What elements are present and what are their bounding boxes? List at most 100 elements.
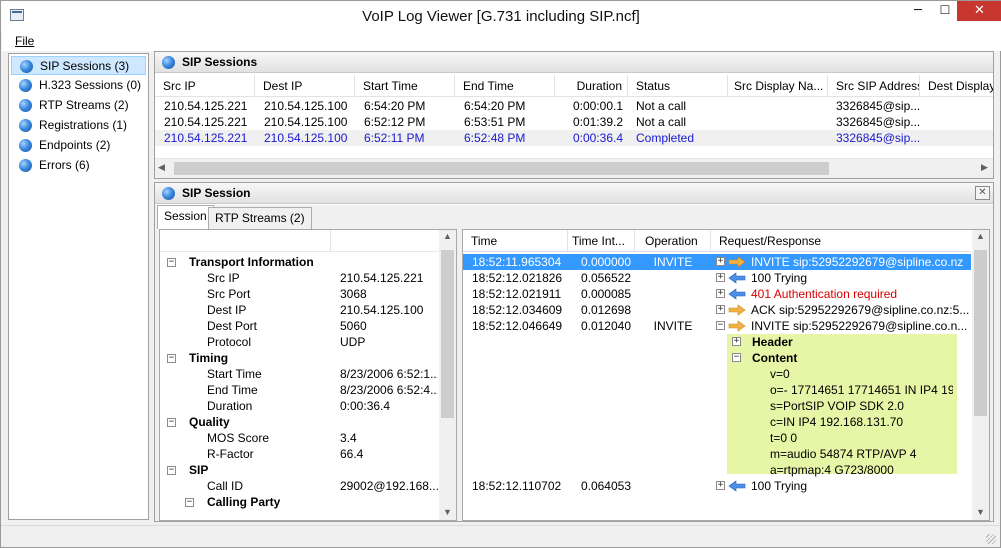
tree-item[interactable]: Start Time 8/23/2006 6:52:1... [160,366,438,382]
sidebar-nav: SIP Sessions (3) H.323 Sessions (0) RTP … [8,53,149,520]
sidebar-item-sip-sessions[interactable]: SIP Sessions (3) [11,56,146,75]
detail-group[interactable]: + Header [727,334,957,350]
expand-icon[interactable]: + [716,273,725,282]
column-header[interactable]: Src SIP Address [828,75,920,97]
scroll-down-icon[interactable]: ▼ [976,507,985,517]
table-row[interactable]: 210.54.125.221 210.54.125.100 6:54:20 PM… [155,98,993,114]
message-row-selected[interactable]: 18:52:11.965304 0.000000 INVITE + INVITE sip… [463,254,971,270]
tree-group[interactable]: − SIP [160,462,438,478]
tree-item[interactable]: Dest Port 5060 [160,318,438,334]
tab-session[interactable]: Session [157,205,214,229]
cell-start-time: 6:52:12 PM [364,115,426,129]
sidebar-item-registrations[interactable]: Registrations (1) [11,116,146,135]
detail-line: c=IN IP4 192.168.131.70 [727,414,957,430]
tree-group[interactable]: − Transport Information [160,254,438,270]
tree-item[interactable]: End Time 8/23/2006 6:52:4... [160,382,438,398]
message-row[interactable]: 18:52:12.021911 0.000085 +401 Authenticati… [463,286,971,302]
column-header[interactable]: Dest IP [255,75,355,97]
scrollbar-thumb[interactable] [174,162,829,175]
column-header[interactable]: Dest Display [920,75,993,97]
column-header[interactable]: Start Time [355,75,455,97]
sidebar-item-errors[interactable]: Errors (6) [11,156,146,175]
column-header[interactable]: Duration [555,75,628,97]
tree-item[interactable]: Call ID 29002@192.168.... [160,478,438,494]
collapse-icon[interactable]: − [185,498,194,507]
maximize-button[interactable]: ☐ [932,3,958,24]
scroll-up-icon[interactable]: ▲ [976,231,985,241]
column-header[interactable]: Src Display Na... [728,75,828,97]
message-list: Time Time Int... Operation Request/Respo… [462,229,990,521]
panel-title: SIP Session [182,186,251,200]
menu-file[interactable]: File [15,34,34,48]
collapse-icon[interactable]: − [167,354,176,363]
sidebar-item-rtp-streams[interactable]: RTP Streams (2) [11,96,146,115]
globe-icon [19,159,32,172]
tree-vertical-scrollbar[interactable]: ▲ ▼ [439,230,456,520]
message-operation: INVITE [653,319,693,333]
globe-icon [19,139,32,152]
sidebar-item-endpoints[interactable]: Endpoints (2) [11,136,146,155]
scroll-up-icon[interactable]: ▲ [443,231,452,241]
close-button[interactable]: ✕ [957,1,1001,21]
tree-group[interactable]: − Timing [160,350,438,366]
scroll-down-icon[interactable]: ▼ [443,507,452,517]
expand-icon[interactable]: + [732,337,741,346]
sidebar-item-label: Errors (6) [39,158,90,172]
column-header[interactable]: Src IP [155,75,255,97]
message-time: 18:52:12.046649 [472,319,563,333]
globe-icon [162,187,175,200]
tree-value: 8/23/2006 6:52:4... [340,383,438,397]
minimize-button[interactable]: ─ [904,3,932,24]
scrollbar-thumb[interactable] [974,250,987,416]
table-row-selected[interactable]: 210.54.125.221 210.54.125.100 6:52:11 PM… [155,130,993,146]
resize-grip[interactable] [986,534,996,544]
close-panel-button[interactable]: ✕ [975,186,990,200]
table-row[interactable]: 210.54.125.221 210.54.125.100 6:52:12 PM… [155,114,993,130]
column-header[interactable]: Time Int... [568,230,635,252]
message-row[interactable]: 18:52:12.046649 0.012040 INVITE − INVITE sip… [463,318,971,334]
tree-item[interactable]: − Calling Party [160,494,438,510]
collapse-icon[interactable]: − [716,321,725,330]
message-row[interactable]: 18:52:12.110702 0.064053 +100 Trying [463,478,971,494]
message-time: 18:52:12.021826 [472,271,563,285]
tree-value: 3.4 [340,431,357,445]
sidebar-item-h323-sessions[interactable]: H.323 Sessions (0) [11,76,146,95]
column-header[interactable]: Operation [635,230,711,252]
tree-item[interactable]: Protocol UDP [160,334,438,350]
collapse-icon[interactable]: − [167,466,176,475]
expand-icon[interactable]: + [716,257,725,266]
title-bar[interactable]: VoIP Log Viewer [G.731 including SIP.ncf… [1,1,1001,32]
expand-icon[interactable]: + [716,305,725,314]
messages-vertical-scrollbar[interactable]: ▲ ▼ [972,230,989,520]
horizontal-scrollbar[interactable]: ◀ ▶ [155,158,993,178]
message-row[interactable]: 18:52:12.021826 0.056522 +100 Trying [463,270,971,286]
tree-item[interactable]: Duration 0:00:36.4 [160,398,438,414]
detail-group[interactable]: − Content [727,350,957,366]
expand-icon[interactable]: + [716,289,725,298]
message-row[interactable]: 18:52:12.034609 0.012698 + ACK sip:52952292… [463,302,971,318]
scrollbar-thumb[interactable] [441,250,454,418]
tab-rtp-streams[interactable]: RTP Streams (2) [208,207,312,229]
collapse-icon[interactable]: − [732,353,741,362]
column-header[interactable]: Time [463,230,568,252]
column-header[interactable]: Request/Response [711,230,971,252]
tree-label: Protocol [207,335,252,349]
tree-value: 0:00:36.4 [340,399,391,413]
collapse-icon[interactable]: − [167,258,176,267]
tree-item[interactable]: MOS Score 3.4 [160,430,438,446]
message-text: ACK sip:52952292679@sipline.co.nz:5... [751,303,970,317]
tree-item[interactable]: R-Factor 66.4 [160,446,438,462]
tree-group[interactable]: − Quality [160,414,438,430]
tree-item[interactable]: Dest IP 210.54.125.100 [160,302,438,318]
collapse-icon[interactable]: − [167,418,176,427]
sidebar-item-label: Registrations (1) [39,118,128,132]
column-header[interactable]: Status [628,75,728,97]
column-header[interactable]: End Time [455,75,555,97]
expand-icon[interactable]: + [716,481,725,490]
tree-item[interactable]: Src Port 3068 [160,286,438,302]
scroll-left-icon[interactable]: ◀ [158,162,165,173]
scroll-right-icon[interactable]: ▶ [981,162,988,173]
detail-text: t=0 0 [770,431,798,445]
tree-item[interactable]: Src IP 210.54.125.221 [160,270,438,286]
arrow-right-icon [728,304,746,316]
